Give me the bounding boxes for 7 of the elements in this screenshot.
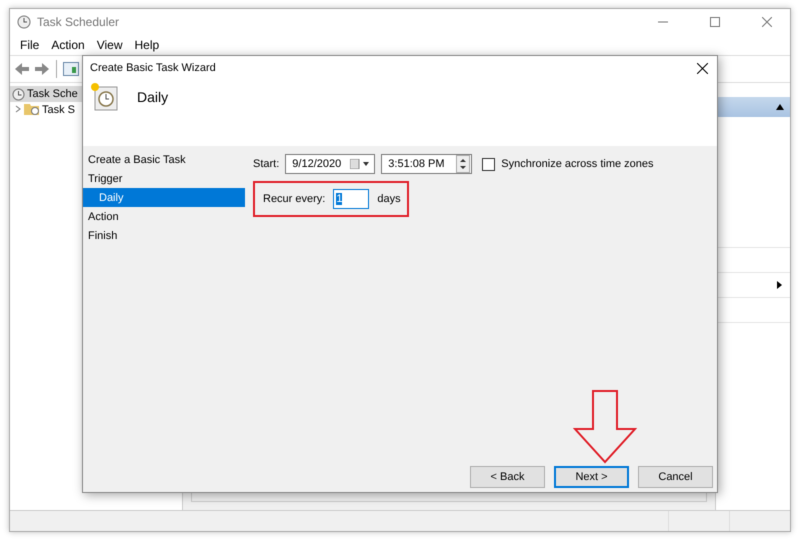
unit-label: days xyxy=(377,193,401,205)
page-heading: Daily xyxy=(137,89,168,105)
checkbox-label: Synchronize across time zones xyxy=(501,158,654,170)
window-title: Task Scheduler xyxy=(37,15,120,29)
dialog-title: Create Basic Task Wizard xyxy=(90,62,216,74)
recur-label: Recur every: xyxy=(263,193,326,205)
start-label: Start: xyxy=(253,158,280,170)
